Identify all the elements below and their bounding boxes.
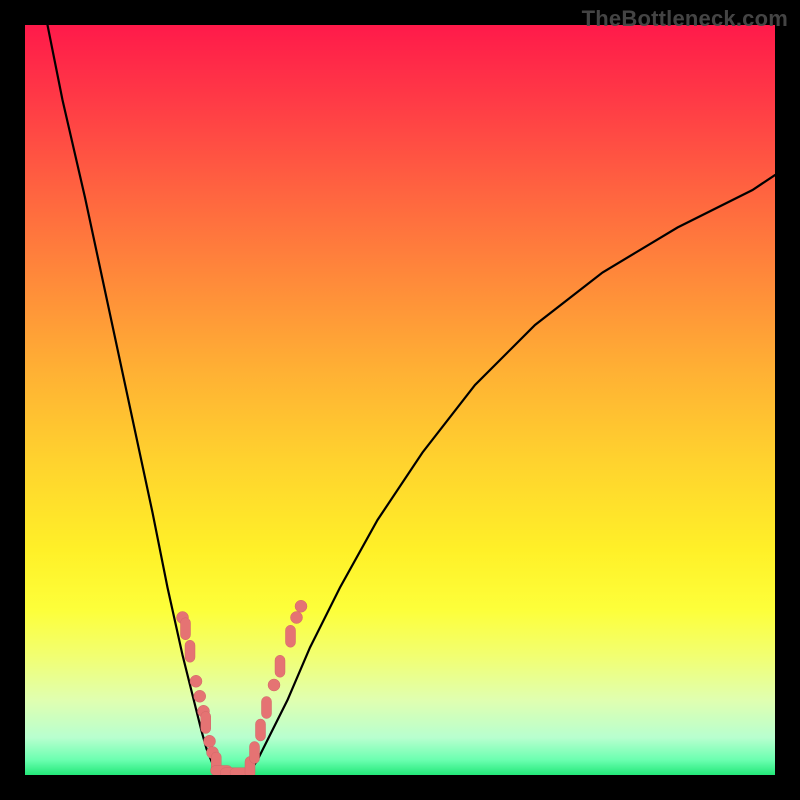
data-marker xyxy=(181,618,191,640)
data-marker xyxy=(256,719,266,741)
curve-layer xyxy=(48,25,776,775)
outer-frame: TheBottleneck.com xyxy=(0,0,800,800)
data-marker xyxy=(194,690,206,702)
curve-right-curve xyxy=(246,175,775,775)
data-marker xyxy=(201,712,211,734)
data-marker xyxy=(295,600,307,612)
data-marker xyxy=(286,625,296,647)
data-marker xyxy=(275,655,285,677)
curve-left-curve xyxy=(48,25,224,775)
data-marker xyxy=(190,675,202,687)
data-marker xyxy=(291,612,303,624)
plot-area xyxy=(25,25,775,775)
data-marker xyxy=(262,697,272,719)
data-marker xyxy=(185,640,195,662)
data-marker xyxy=(250,742,260,764)
data-marker xyxy=(268,679,280,691)
chart-svg xyxy=(25,25,775,775)
marker-layer xyxy=(177,600,308,775)
data-marker xyxy=(204,735,216,747)
watermark-text: TheBottleneck.com xyxy=(582,6,788,32)
